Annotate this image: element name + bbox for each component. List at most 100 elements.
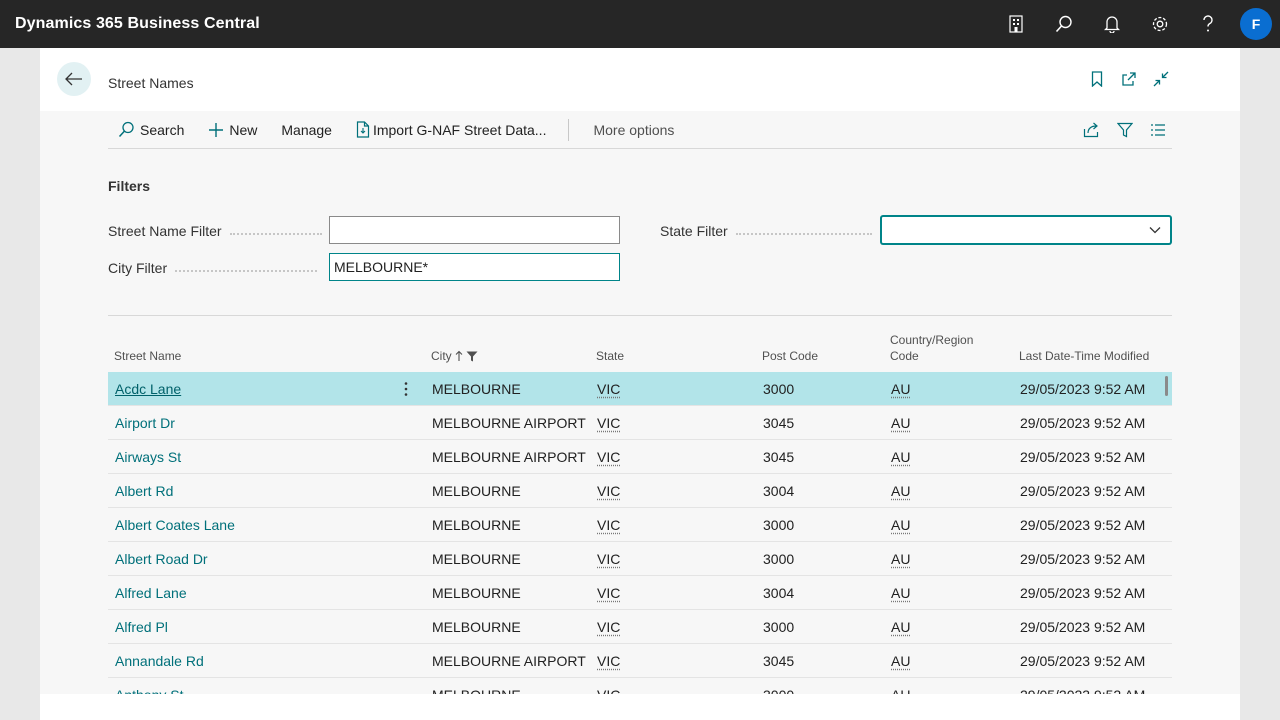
- search-button[interactable]: Search: [118, 121, 184, 138]
- column-header-country-region-code[interactable]: Country/Region Code: [890, 332, 973, 364]
- cell-state[interactable]: VIC: [597, 406, 620, 440]
- company-icon[interactable]: [992, 0, 1040, 48]
- row-actions-icon[interactable]: [400, 381, 412, 397]
- cell-country-region-code[interactable]: AU: [891, 406, 910, 440]
- search-icon[interactable]: [1040, 0, 1088, 48]
- grid-scrollbar-thumb[interactable]: [1165, 376, 1168, 396]
- table-row[interactable]: Alfred Lane MELBOURNE VIC 3004 AU 29/05/2023 …: [108, 576, 1172, 610]
- street-name-filter-input[interactable]: [329, 216, 620, 244]
- cell-street-name[interactable]: Albert Rd: [115, 474, 173, 508]
- section-divider: [108, 315, 1172, 316]
- gear-icon[interactable]: [1136, 0, 1184, 48]
- bell-icon[interactable]: [1088, 0, 1136, 48]
- cell-country-region-code[interactable]: AU: [891, 644, 910, 678]
- cell-street-name[interactable]: Albert Road Dr: [115, 542, 208, 576]
- cell-country-region-code[interactable]: AU: [891, 542, 910, 576]
- cell-street-name[interactable]: Anthony St: [115, 678, 184, 694]
- column-header-city-label: City: [431, 349, 452, 363]
- cell-country-region-code[interactable]: AU: [891, 678, 910, 694]
- column-header-street-name[interactable]: Street Name: [114, 348, 181, 364]
- list-view-icon[interactable]: [1149, 121, 1166, 138]
- column-header-city[interactable]: City: [431, 348, 478, 364]
- import-gnaf-button[interactable]: Import G-NAF Street Data...: [356, 121, 546, 138]
- cell-state[interactable]: VIC: [597, 508, 620, 542]
- table-row[interactable]: Airport Dr MELBOURNE AIRPORT VIC 3045 AU 29/0…: [108, 406, 1172, 440]
- cell-post-code: 3045: [763, 415, 795, 431]
- open-new-window-icon[interactable]: [1120, 70, 1138, 88]
- table-row[interactable]: Albert Road Dr MELBOURNE VIC 3000 AU 29/05/20…: [108, 542, 1172, 576]
- page-title: Street Names: [108, 75, 194, 91]
- column-header-state[interactable]: State: [596, 348, 624, 364]
- cell-last-modified: 29/05/2023 9:52 AM: [1020, 585, 1146, 601]
- help-icon[interactable]: [1184, 0, 1232, 48]
- cell-street-name[interactable]: Alfred Pl: [115, 610, 168, 644]
- cell-country-region-code[interactable]: AU: [891, 474, 910, 508]
- cell-country-region-code[interactable]: AU: [891, 508, 910, 542]
- cell-state[interactable]: VIC: [597, 474, 620, 508]
- new-button-label: New: [229, 121, 258, 138]
- cell-street-name[interactable]: Airport Dr: [115, 406, 175, 440]
- cell-post-code: 3045: [763, 449, 795, 465]
- cell-city: MELBOURNE AIRPORT: [432, 653, 586, 669]
- cell-state[interactable]: VIC: [597, 678, 620, 694]
- cell-street-name[interactable]: Albert Coates Lane: [115, 508, 235, 542]
- cell-street-name[interactable]: Alfred Lane: [115, 576, 187, 610]
- cell-last-modified: 29/05/2023 9:52 AM: [1020, 483, 1146, 499]
- table-row[interactable]: Anthony St MELBOURNE VIC 3000 AU 29/05/2023 9…: [108, 678, 1172, 694]
- cell-state[interactable]: VIC: [597, 372, 620, 406]
- share-icon[interactable]: [1083, 121, 1100, 138]
- bookmark-icon[interactable]: [1088, 70, 1106, 88]
- state-filter-select[interactable]: [881, 216, 1171, 244]
- table-row[interactable]: Airways St MELBOURNE AIRPORT VIC 3045 AU 29/0…: [108, 440, 1172, 474]
- more-options-button[interactable]: More options: [593, 122, 674, 138]
- cell-post-code: 3000: [763, 381, 795, 397]
- cell-country-region-code[interactable]: AU: [891, 610, 910, 644]
- cell-city: MELBOURNE: [432, 381, 521, 397]
- table-row[interactable]: Alfred Pl MELBOURNE VIC 3000 AU 29/05/2023 9:…: [108, 610, 1172, 644]
- chevron-down-icon: [1149, 227, 1161, 234]
- user-avatar[interactable]: F: [1240, 8, 1272, 40]
- cell-post-code: 3000: [763, 551, 795, 567]
- cell-country-region-code[interactable]: AU: [891, 576, 910, 610]
- cell-street-name[interactable]: Airways St: [115, 440, 181, 474]
- column-header-last-modified[interactable]: Last Date-Time Modified: [1019, 348, 1149, 364]
- cell-city: MELBOURNE: [432, 619, 521, 635]
- filter-icon[interactable]: [1116, 121, 1133, 138]
- app-bar: Dynamics 365 Business Central F: [0, 0, 1280, 48]
- manage-button[interactable]: Manage: [281, 122, 332, 138]
- city-filter-input[interactable]: [329, 253, 620, 281]
- table-row[interactable]: Annandale Rd MELBOURNE AIRPORT VIC 3045 AU 29…: [108, 644, 1172, 678]
- cell-state[interactable]: VIC: [597, 610, 620, 644]
- cell-state[interactable]: VIC: [597, 644, 620, 678]
- column-header-country-line1: Country/Region: [890, 333, 974, 347]
- cell-post-code: 3004: [763, 483, 795, 499]
- table-row[interactable]: Albert Coates Lane MELBOURNE VIC 3000 AU 29/0…: [108, 508, 1172, 542]
- app-title[interactable]: Dynamics 365 Business Central: [15, 15, 260, 33]
- cell-city: MELBOURNE: [432, 551, 521, 567]
- cell-state[interactable]: VIC: [597, 542, 620, 576]
- cell-last-modified: 29/05/2023 9:52 AM: [1020, 449, 1146, 465]
- arrow-left-icon: [65, 72, 82, 86]
- cell-state[interactable]: VIC: [597, 440, 620, 474]
- label-leader-dots: [735, 233, 872, 235]
- cell-state[interactable]: VIC: [597, 576, 620, 610]
- back-button[interactable]: [57, 62, 91, 96]
- street-name-filter-label: Street Name Filter: [108, 223, 322, 239]
- cell-last-modified: 29/05/2023 9:52 AM: [1020, 653, 1146, 669]
- collapse-icon[interactable]: [1152, 70, 1170, 88]
- table-row[interactable]: Albert Rd MELBOURNE VIC 3004 AU 29/05/2023 9:…: [108, 474, 1172, 508]
- cell-post-code: 3004: [763, 585, 795, 601]
- new-button[interactable]: New: [208, 122, 257, 138]
- filter-applied-icon: [466, 351, 478, 361]
- cell-country-region-code[interactable]: AU: [891, 372, 910, 406]
- cell-street-name[interactable]: Acdc Lane: [115, 372, 181, 406]
- cell-street-name[interactable]: Annandale Rd: [115, 644, 204, 678]
- table-row[interactable]: Acdc Lane MELBOURNE VIC 3000 AU 29/05/2023 9:…: [108, 372, 1172, 406]
- label-leader-dots: [175, 270, 318, 272]
- cell-country-region-code[interactable]: AU: [891, 440, 910, 474]
- cell-last-modified: 29/05/2023 9:52 AM: [1020, 551, 1146, 567]
- column-header-post-code[interactable]: Post Code: [762, 348, 818, 364]
- column-header-country-line2: Code: [890, 349, 919, 363]
- label-leader-dots: [229, 233, 322, 235]
- cell-last-modified: 29/05/2023 9:52 AM: [1020, 517, 1146, 533]
